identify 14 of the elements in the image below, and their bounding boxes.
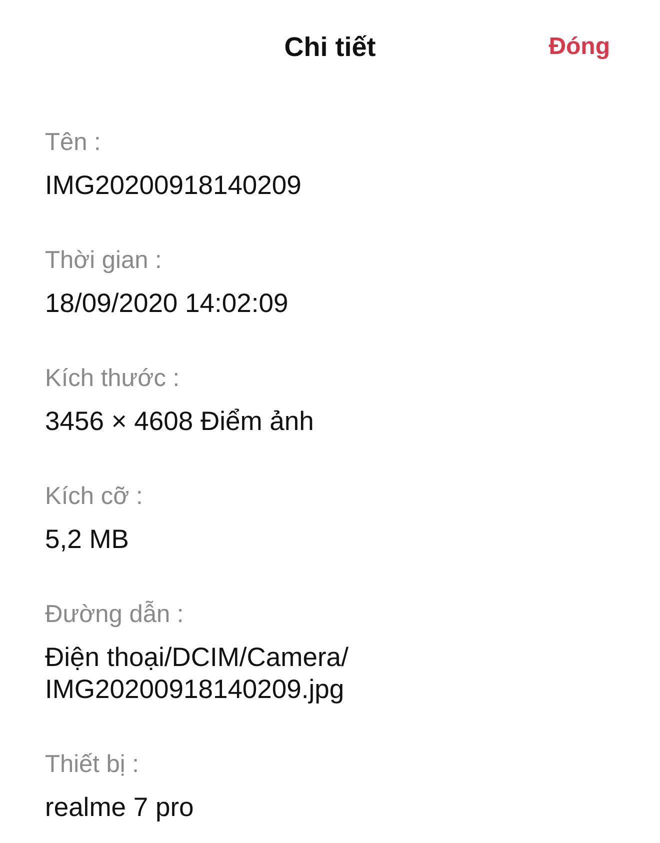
field-label: Kích cỡ : (45, 482, 143, 512)
field-value: realme 7 pro (45, 791, 194, 823)
field-value: IMG20200918140209 (45, 169, 302, 201)
field-value: Điện thoại/DCIM/Camera/IMG20200918140209.jpg (45, 641, 350, 705)
field-label: Tên : (45, 128, 101, 158)
close-button[interactable]: Đóng (544, 31, 614, 63)
field-label: Thiết bị : (45, 750, 139, 780)
field-value: 5,2 MB (45, 523, 129, 555)
dialog-title: Chi tiết (284, 31, 376, 63)
field-label: Thời gian : (45, 246, 162, 276)
field-value: 18/09/2020 14:02:09 (45, 287, 288, 319)
field-label: Đường dẫn : (45, 600, 184, 630)
field-value: 3456 × 4608 Điểm ảnh (45, 405, 314, 437)
field-label: Kích thước : (45, 364, 180, 394)
